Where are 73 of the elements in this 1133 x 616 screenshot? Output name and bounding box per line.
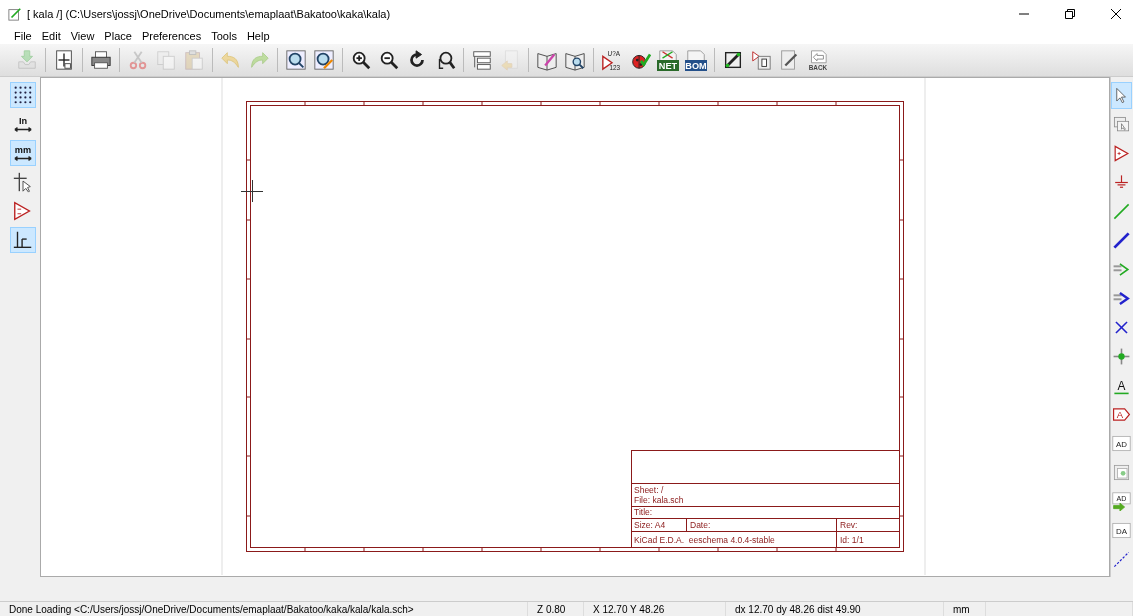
zoom-out-icon: [378, 49, 400, 71]
symbol-chip-icon: [750, 49, 772, 71]
tool-version-label: KiCad E.D.A. eeschema 4.0.4-stable: [634, 535, 775, 545]
icon-text: A: [1116, 409, 1124, 421]
icon-text: AD: [1116, 440, 1127, 450]
scissors-icon: [127, 49, 149, 71]
printer-icon: [90, 49, 112, 71]
copy-icon: [155, 49, 177, 71]
tool-toggle-button[interactable]: mm: [10, 140, 36, 166]
file-label: File: kala.sch: [634, 495, 684, 505]
tool-toggle-button[interactable]: [10, 82, 36, 108]
status-field: Done Loading <C:/Users/jossj/OneDrive/Documents/emaplaat/Bakatoo/kaka/kala/kala.sch>: [0, 602, 528, 616]
date-label: Date:: [690, 520, 711, 530]
status-field: dx 12.70 dy 48.26 dist 49.90: [726, 602, 944, 616]
schematic-canvas[interactable]: Sheet: / File: kala.sch Title: Size: A4 Date: Rev: KiCad E.D.A. eeschema 4.0.4-stable Id: 1/1: [40, 77, 1110, 577]
redo-icon: [248, 49, 270, 71]
menu-item[interactable]: File: [14, 30, 32, 42]
menu-item[interactable]: View: [70, 30, 95, 42]
wire-entry-icon: [1112, 260, 1131, 279]
hierarchy-icon: [471, 49, 493, 71]
icon-text: A: [1117, 379, 1126, 394]
size-label: Size: A4: [634, 520, 666, 530]
icon-text: In: [18, 116, 28, 126]
menu-item[interactable]: Help: [246, 30, 270, 42]
bus-entry-icon: [1112, 289, 1131, 308]
status-field: X 12.70 Y 48.26: [584, 602, 726, 616]
grid-icon: [12, 84, 34, 106]
status-field: mm: [944, 602, 986, 616]
tray-arrow-icon: [16, 49, 38, 71]
rev-label: Rev:: [840, 520, 858, 530]
bus-icon: [1112, 231, 1131, 250]
tool-button[interactable]: DA: [1111, 517, 1132, 544]
window-title: [ kala /] (C:\Users\jossj\OneDrive\Documents\emaplaat\Bakatoo\kaka\kala): [27, 8, 391, 20]
toolbar-button[interactable]: [283, 47, 309, 73]
zoom-in-icon: [350, 49, 372, 71]
document-arrow-icon: [499, 49, 521, 71]
amplifier-symbol-icon: [1112, 144, 1131, 163]
title-label: Title:: [634, 507, 653, 517]
tool-toggle-button[interactable]: [10, 227, 36, 253]
wire-icon: [1112, 202, 1131, 221]
sheet-id-label: Id: 1/1: [840, 535, 864, 545]
clipboard-icon: [183, 49, 205, 71]
restore-icon[interactable]: [1065, 9, 1075, 19]
menu-item[interactable]: Place: [104, 30, 132, 42]
sheet-label: Sheet: /: [634, 485, 664, 495]
tool-button[interactable]: A: [1111, 401, 1132, 428]
search-icon: [285, 49, 307, 71]
crosshair-arrow-icon: [12, 171, 34, 193]
junction-icon: [1112, 347, 1131, 366]
no-connect-icon: [1112, 318, 1131, 337]
undo-icon: [220, 49, 242, 71]
toolbar-button[interactable]: NET: [655, 47, 681, 73]
wire-corner-icon: [12, 229, 34, 251]
tool-toggle-button[interactable]: In: [10, 111, 36, 137]
icon-text: NET: [658, 61, 678, 71]
close-icon[interactable]: [1111, 9, 1121, 19]
document-pencil-icon: [778, 49, 800, 71]
status-field: Z 0.80: [528, 602, 584, 616]
icon-text: DA: [1116, 527, 1127, 537]
toolbar-button[interactable]: [311, 47, 337, 73]
search-pencil-icon: [313, 49, 335, 71]
tool-button[interactable]: A: [1111, 372, 1132, 399]
toolbar-button[interactable]: BOM: [683, 47, 709, 73]
page-settings-icon: [53, 49, 75, 71]
tool-button[interactable]: AD: [1111, 430, 1132, 457]
app-icon: [8, 7, 22, 21]
icon-text: mm: [14, 145, 32, 155]
menu-item[interactable]: Preferences: [141, 30, 202, 42]
chip-icon: [722, 49, 744, 71]
icon-text: BOM: [685, 61, 707, 71]
crosshair-cursor-icon: [240, 179, 264, 203]
menu-item[interactable]: Tools: [211, 30, 237, 42]
menu-item[interactable]: Edit: [41, 30, 61, 42]
